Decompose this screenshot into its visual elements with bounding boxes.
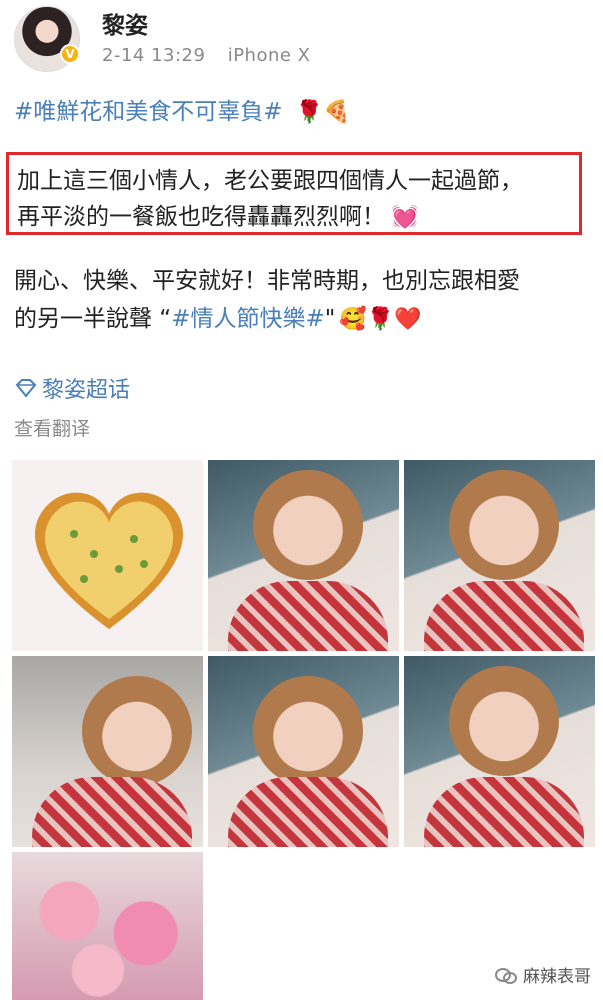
woman-figure bbox=[449, 470, 559, 580]
patterned-dress bbox=[228, 581, 388, 651]
watermark-text: 麻辣表哥 bbox=[523, 967, 591, 987]
valentine-hashtag[interactable]: #情人節快樂# bbox=[171, 306, 325, 332]
sparkling-heart-emoji: 💓 bbox=[391, 205, 419, 230]
woman-figure bbox=[253, 676, 363, 786]
woman-smiling-photo[interactable] bbox=[404, 656, 595, 847]
supertopic-diamond-icon bbox=[15, 379, 37, 397]
wechat-icon bbox=[495, 966, 517, 984]
patterned-dress bbox=[32, 777, 192, 847]
para-line-1: 開心、快樂、平安就好！非常時期，也別忘跟相愛 bbox=[14, 268, 520, 294]
verified-badge-icon: V bbox=[60, 44, 80, 64]
woman-figure bbox=[253, 470, 363, 580]
post-device: iPhone X bbox=[227, 45, 311, 66]
post-meta: 2-14 13:29 iPhone X bbox=[102, 45, 311, 66]
heart-pizza-image bbox=[35, 492, 183, 629]
patterned-dress bbox=[228, 777, 388, 847]
pizza-heart-photo[interactable] bbox=[12, 460, 203, 651]
boxed-line-1: 加上這三個小情人，老公要跟四個情人一起過節， bbox=[17, 168, 523, 194]
topic-hashtag[interactable]: #唯鮮花和美食不可辜負# bbox=[14, 99, 283, 125]
post-paragraph: 開心、快樂、平安就好！非常時期，也別忘跟相愛 的另一半說聲 “#情人節快樂#" 🥰… bbox=[14, 262, 594, 339]
boxed-line-2: 再平淡的一餐飯也吃得轟轟烈烈啊！ 💓 bbox=[17, 204, 419, 230]
para-line-2: 的另一半說聲 “#情人節快樂#" 🥰🌹❤️ bbox=[14, 306, 422, 332]
flower-bouquet-photo[interactable] bbox=[12, 852, 203, 1000]
woman-figure bbox=[82, 676, 192, 786]
woman-eating-photo-2[interactable] bbox=[404, 460, 595, 651]
woman-eating-photo-3[interactable] bbox=[12, 656, 203, 847]
translate-link[interactable]: 查看翻译 bbox=[14, 414, 90, 441]
watermark: 麻辣表哥 bbox=[495, 962, 591, 987]
woman-eating-photo-1[interactable] bbox=[208, 460, 399, 651]
topic-line: #唯鮮花和美食不可辜負# 🌹🍕 bbox=[14, 92, 351, 126]
woman-eating-photo-4[interactable] bbox=[208, 656, 399, 847]
supertopic-label: 黎姿超话 bbox=[42, 378, 131, 403]
supertopic-link[interactable]: 黎姿超话 bbox=[14, 372, 130, 404]
love-emojis: 🥰🌹❤️ bbox=[339, 307, 422, 332]
woman-figure bbox=[449, 666, 559, 776]
rose-pizza-emoji: 🌹🍕 bbox=[295, 100, 351, 125]
patterned-dress bbox=[424, 777, 584, 847]
username[interactable]: 黎姿 bbox=[102, 6, 148, 40]
post-time: 2-14 13:29 bbox=[102, 45, 206, 66]
highlighted-text-box: 加上這三個小情人，老公要跟四個情人一起過節， 再平淡的一餐飯也吃得轟轟烈烈啊！ 💓 bbox=[6, 152, 582, 235]
patterned-dress bbox=[424, 581, 584, 651]
